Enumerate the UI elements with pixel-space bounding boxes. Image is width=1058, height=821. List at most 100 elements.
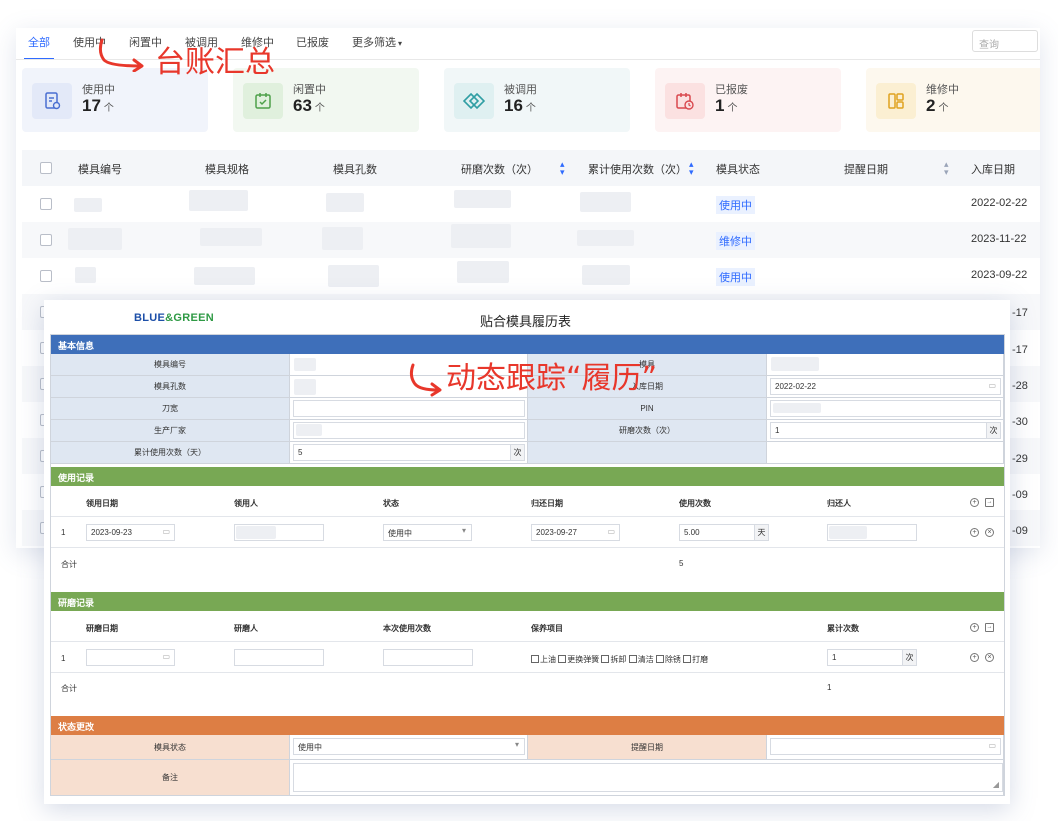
stat-value: 63 个	[293, 96, 325, 116]
manufacturer-input[interactable]	[293, 422, 525, 439]
redacted-cell	[68, 228, 122, 250]
col-current-use: 本次使用次数	[383, 624, 431, 633]
mold-spec-cell	[767, 354, 1004, 376]
calendar-icon: ▭	[162, 527, 170, 536]
row-checkbox[interactable]	[40, 270, 52, 282]
document-check-icon	[32, 83, 72, 119]
checkbox-derusting[interactable]: 除锈	[655, 655, 681, 664]
return-date-value: 2023-09-27	[536, 528, 577, 537]
return-date-picker[interactable]: 2023-09-27 ▭	[531, 524, 620, 541]
resize-handle-icon[interactable]: ◢	[993, 780, 999, 789]
chevron-down-icon: ▾	[514, 740, 519, 749]
remark-cell: ◢	[290, 760, 1004, 795]
remark-textarea[interactable]: ◢	[293, 763, 1003, 792]
more-filters-label: 更多筛选	[352, 37, 396, 49]
redacted-cell	[328, 265, 379, 287]
cumulative-use-cell: 5次	[290, 442, 528, 464]
remove-row-icon[interactable]: ×	[985, 653, 994, 662]
borrow-date-picker[interactable]: 2023-09-23 ▭	[86, 524, 175, 541]
pin-input[interactable]	[770, 400, 1001, 417]
stat-card-repairing[interactable]: 维修中 2个	[866, 68, 1040, 132]
grinder-input[interactable]	[234, 649, 324, 666]
row-checkbox[interactable]	[40, 234, 52, 246]
checkbox-spring[interactable]: 更换弹簧	[558, 655, 599, 664]
stat-label: 被调用	[504, 84, 537, 96]
import-icon[interactable]: →	[985, 623, 994, 632]
tab-more-filters[interactable]: 更多筛选 ▾	[352, 34, 402, 50]
table-row[interactable]: 使用中 2022-02-22	[22, 186, 1040, 222]
col-status: 状态	[383, 499, 399, 508]
redacted-cell	[457, 261, 509, 283]
row-checkbox[interactable]	[40, 198, 52, 210]
label-pin: PIN	[528, 398, 767, 420]
sort-icon[interactable]: ▴ ▾	[689, 160, 694, 177]
col-maintenance: 保养项目	[531, 624, 563, 633]
logo-part: GREEN	[173, 312, 215, 324]
storage-date: 2023-09-22	[971, 269, 1028, 281]
sort-icon[interactable]: ▴ ▾	[944, 160, 949, 177]
add-row-icon[interactable]: +	[970, 528, 979, 537]
mold-status-select[interactable]: 使用中 ▾	[293, 738, 525, 755]
add-row-icon[interactable]: +	[970, 653, 979, 662]
form-title: 贴合模具履历表	[480, 314, 572, 329]
col-cumulative-use[interactable]: 累计使用次数（次）	[588, 161, 687, 177]
section-header-status-change: 状态更改	[51, 716, 1004, 735]
import-icon[interactable]: →	[985, 498, 994, 507]
checkbox-polishing[interactable]: 打磨	[683, 655, 708, 664]
remove-row-icon[interactable]: ×	[985, 528, 994, 537]
storage-date-partial: -17	[1012, 307, 1028, 319]
add-row-icon[interactable]: +	[970, 498, 979, 507]
status-select[interactable]: 使用中 ▾	[383, 524, 472, 541]
add-row-icon[interactable]: +	[970, 623, 979, 632]
annotation-ledger-summary: 台账汇总	[155, 45, 275, 80]
select-all-checkbox[interactable]	[40, 162, 52, 174]
stat-label: 闲置中	[293, 84, 326, 96]
borrower-input[interactable]	[234, 524, 324, 541]
checkbox-cleaning[interactable]: 清洁	[628, 655, 654, 664]
stat-value: 1个	[715, 96, 737, 116]
section-header-grinding: 研磨记录	[51, 592, 1004, 611]
storage-date-partial: -28	[1012, 380, 1028, 392]
manufacturer-cell	[290, 420, 528, 442]
unit-suffix: 天	[754, 525, 768, 540]
stat-card-borrowed[interactable]: 被调用 16 个	[444, 68, 630, 132]
calendar-icon: ▭	[162, 652, 170, 661]
col-borrower: 领用人	[234, 499, 258, 508]
label-manufacturer: 生产厂家	[51, 420, 290, 442]
redacted-cell	[200, 228, 262, 246]
search-input[interactable]: 查询	[972, 30, 1038, 52]
sort-icon[interactable]: ▴ ▾	[560, 160, 565, 177]
col-return-date: 归还日期	[531, 499, 563, 508]
col-reminder-date[interactable]: 提醒日期	[844, 161, 888, 177]
total-label: 合计	[61, 684, 77, 693]
returner-input[interactable]	[827, 524, 917, 541]
stat-value: 17 个	[82, 96, 114, 116]
checkbox-disassembly[interactable]: 拆卸	[601, 655, 626, 664]
grind-count-input[interactable]: 1次	[770, 422, 1001, 439]
grind-date-picker[interactable]: ▭	[86, 649, 175, 666]
tab-scrapped[interactable]: 已报废	[296, 34, 329, 50]
label-blade-width: 刀宽	[51, 398, 290, 420]
stat-card-scrapped[interactable]: 已报废 1个	[655, 68, 841, 132]
calendar-clock-icon	[665, 83, 705, 119]
row-index: 1	[61, 528, 66, 537]
stat-unit: 个	[938, 103, 949, 114]
cumulative-count-input[interactable]: 1次	[827, 649, 917, 666]
stat-unit: 个	[727, 103, 738, 114]
blade-width-input[interactable]	[293, 400, 525, 417]
tab-all[interactable]: 全部	[28, 34, 50, 50]
checkbox-oiling[interactable]: 上油	[531, 655, 556, 664]
use-count-value: 5.00	[684, 528, 700, 537]
reminder-date-picker[interactable]: ▭	[770, 738, 1001, 755]
redacted-cell	[194, 267, 255, 285]
table-row[interactable]: 使用中 2023-09-22	[22, 258, 1040, 294]
col-grind-count[interactable]: 研磨次数（次）	[461, 161, 538, 177]
use-count-input[interactable]: 5.00 天	[679, 524, 769, 541]
cumulative-use-input[interactable]: 5次	[293, 444, 525, 461]
redacted-cell	[236, 526, 276, 539]
status-select-value: 使用中	[388, 529, 412, 538]
table-row[interactable]: 维修中 2023-11-22	[22, 222, 1040, 258]
storage-date-picker[interactable]: 2022-02-22 ▭	[770, 378, 1001, 395]
col-hole-count: 模具孔数	[333, 164, 377, 176]
current-use-input[interactable]	[383, 649, 473, 666]
